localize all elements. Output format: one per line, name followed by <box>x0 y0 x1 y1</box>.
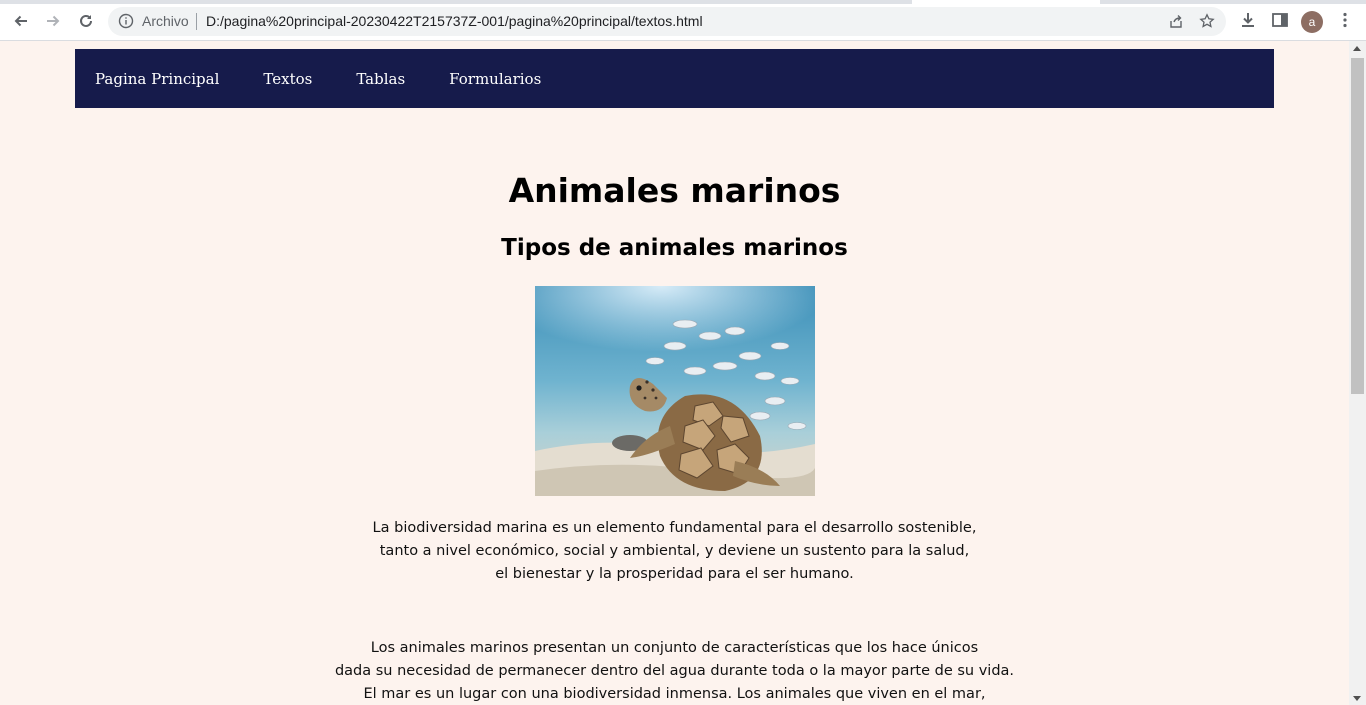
side-panel-icon[interactable] <box>1271 11 1289 29</box>
info-icon[interactable] <box>118 13 134 29</box>
scrollbar-thumb[interactable] <box>1351 58 1364 394</box>
url-text[interactable]: D:/pagina%20principal-20230422T215737Z-0… <box>206 13 703 29</box>
tab-strip <box>0 0 1366 4</box>
paragraph-characteristics: Los animales marinos presentan un conjun… <box>0 637 1349 705</box>
nav-link-formularios[interactable]: Formularios <box>449 70 541 88</box>
nav-link-pagina-principal[interactable]: Pagina Principal <box>95 70 219 88</box>
page-subtitle: Tipos de animales marinos <box>501 235 848 261</box>
back-arrow-icon[interactable] <box>8 8 34 34</box>
star-icon[interactable] <box>1199 13 1215 29</box>
paragraph-line: el bienestar y la prosperidad para el se… <box>495 566 854 582</box>
scroll-down-icon[interactable] <box>1353 696 1361 701</box>
paragraph-line: tanto a nivel económico, social y ambien… <box>379 543 970 559</box>
paragraph-line: dada su necesidad de permanecer dentro d… <box>334 663 1015 679</box>
download-icon[interactable] <box>1239 11 1257 29</box>
paragraph-biodiversity: La biodiversidad marina es un elemento f… <box>0 517 1349 586</box>
paragraph-line: El mar es un lugar con una biodiversidad… <box>363 686 986 702</box>
scroll-up-icon[interactable] <box>1353 46 1361 51</box>
security-chip-label[interactable]: Archivo <box>142 13 189 29</box>
paragraph-line: La biodiversidad marina es un elemento f… <box>372 520 977 536</box>
nav-link-textos[interactable]: Textos <box>263 70 312 88</box>
paragraph-line: Los animales marinos presentan un conjun… <box>370 640 979 656</box>
address-bar[interactable]: Archivo D:/pagina%20principal-20230422T2… <box>108 7 1226 36</box>
nav-link-tablas[interactable]: Tablas <box>356 70 405 88</box>
kebab-menu-icon[interactable] <box>1336 11 1354 29</box>
avatar[interactable]: a <box>1301 11 1323 33</box>
sea-turtle-image <box>535 286 815 496</box>
page-viewport: Pagina Principal Textos Tablas Formulari… <box>0 41 1349 705</box>
active-tab[interactable] <box>912 0 1100 4</box>
browser-toolbar: Archivo D:/pagina%20principal-20230422T2… <box>0 0 1366 41</box>
omnibox-separator <box>196 13 197 30</box>
share-icon[interactable] <box>1168 13 1184 29</box>
vertical-scrollbar[interactable] <box>1349 41 1366 705</box>
forward-arrow-icon[interactable] <box>40 8 66 34</box>
page-title: Animales marinos <box>508 171 841 210</box>
reload-icon[interactable] <box>73 8 99 34</box>
site-nav: Pagina Principal Textos Tablas Formulari… <box>75 49 1274 108</box>
